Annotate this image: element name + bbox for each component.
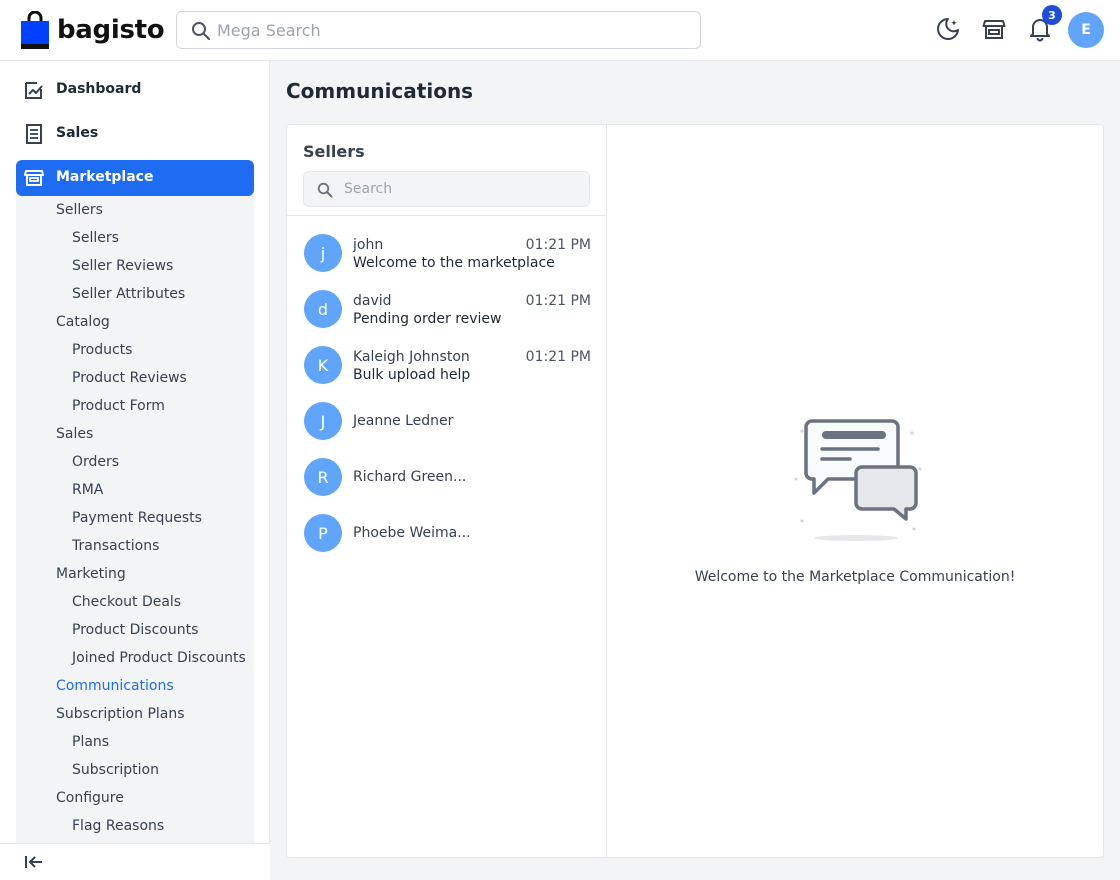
message-time: 01:21 PM (525, 349, 591, 365)
bagisto-logo[interactable]: bagisto (21, 11, 165, 49)
divider (287, 215, 607, 216)
seller-avatar: J (304, 402, 342, 440)
seller-name: Jeanne Ledner (353, 413, 454, 429)
seller-name: john (353, 237, 384, 253)
sidebar: Dashboard Sales Marketplace Sellers Sell… (0, 61, 270, 880)
seller-search-input[interactable] (344, 172, 584, 206)
sidebar-item-label: Sales (56, 125, 99, 141)
search-icon (192, 22, 211, 41)
seller-avatar: R (304, 458, 342, 496)
shopping-bag-icon (21, 11, 49, 49)
seller-search[interactable] (303, 171, 590, 207)
seller-name: david (353, 293, 392, 309)
submenu-seller-attributes[interactable]: Seller Attributes (72, 286, 185, 302)
submenu-configure-group[interactable]: Configure (56, 790, 124, 806)
submenu-joined-product-discounts[interactable]: Joined Product Discounts (72, 650, 246, 666)
dark-mode-toggle[interactable] (935, 16, 961, 42)
last-message: Pending order review (353, 311, 502, 327)
seller-avatar: P (304, 514, 342, 552)
conversation-item[interactable]: P Phoebe Weima... (287, 505, 607, 561)
sidebar-item-dashboard[interactable]: Dashboard (16, 72, 254, 108)
seller-avatar: K (304, 346, 342, 384)
sidebar-item-label: Marketplace (56, 169, 154, 185)
seller-name: Richard Green... (353, 469, 467, 485)
sellers-list-panel: Sellers j john 01:21 PM Welcome to the m… (287, 125, 607, 857)
collapse-sidebar-button[interactable] (24, 854, 44, 874)
conversation-item[interactable]: R Richard Green... (287, 449, 607, 505)
page-title: Communications (286, 79, 474, 103)
empty-state-message: Welcome to the Marketplace Communication… (694, 569, 1016, 585)
conversation-item[interactable]: d david 01:21 PM Pending order review (287, 281, 607, 337)
conversation-item[interactable]: j john 01:21 PM Welcome to the marketpla… (287, 225, 607, 281)
submenu-catalog-group[interactable]: Catalog (56, 314, 110, 330)
submenu-subscription[interactable]: Subscription (72, 762, 159, 778)
submenu-transactions[interactable]: Transactions (72, 538, 159, 554)
submenu-sellers[interactable]: Sellers (72, 230, 119, 246)
submenu-sales-group[interactable]: Sales (56, 426, 93, 442)
storefront-button[interactable] (981, 16, 1007, 42)
mega-search-input[interactable] (217, 12, 687, 48)
chat-bubbles-icon (794, 419, 922, 541)
sidebar-item-marketplace[interactable]: Marketplace (16, 160, 254, 196)
sidebar-item-label: Dashboard (56, 81, 142, 97)
top-header: bagisto 3 E (0, 0, 1120, 61)
user-avatar[interactable]: E (1068, 12, 1104, 48)
submenu-rma[interactable]: RMA (72, 482, 103, 498)
seller-name: Kaleigh Johnston (353, 349, 470, 365)
conversation-item[interactable]: K Kaleigh Johnston 01:21 PM Bulk upload … (287, 337, 607, 393)
submenu-plans[interactable]: Plans (72, 734, 109, 750)
seller-avatar: j (304, 234, 342, 272)
notification-count-badge: 3 (1042, 5, 1062, 25)
empty-chat-state: Welcome to the Marketplace Communication… (607, 125, 1103, 857)
logo-text: bagisto (57, 15, 165, 45)
submenu-checkout-deals[interactable]: Checkout Deals (72, 594, 181, 610)
conversation-item[interactable]: J Jeanne Ledner (287, 393, 607, 449)
marketplace-submenu: Sellers Sellers Seller Reviews Seller At… (16, 196, 254, 843)
submenu-orders[interactable]: Orders (72, 454, 119, 470)
submenu-payment-requests[interactable]: Payment Requests (72, 510, 202, 526)
store-icon (24, 170, 44, 186)
communications-panel: Sellers j john 01:21 PM Welcome to the m… (286, 124, 1104, 858)
submenu-marketing-group[interactable]: Marketing (56, 566, 126, 582)
message-time: 01:21 PM (525, 293, 591, 309)
sidebar-item-sales[interactable]: Sales (16, 116, 254, 152)
seller-name: Phoebe Weima... (353, 525, 471, 541)
dashboard-icon (25, 82, 43, 99)
sales-icon (26, 124, 42, 144)
last-message: Bulk upload help (353, 367, 471, 383)
search-icon (317, 182, 333, 198)
submenu-products[interactable]: Products (72, 342, 132, 358)
store-icon (982, 20, 1006, 39)
collapse-left-icon (25, 856, 42, 868)
moon-icon (937, 18, 959, 40)
seller-avatar: d (304, 290, 342, 328)
submenu-communications[interactable]: Communications (56, 678, 174, 694)
sellers-heading: Sellers (303, 142, 365, 161)
submenu-flag-reasons[interactable]: Flag Reasons (72, 818, 164, 834)
submenu-product-reviews[interactable]: Product Reviews (72, 370, 187, 386)
submenu-sellers-group[interactable]: Sellers (56, 202, 103, 218)
submenu-product-discounts[interactable]: Product Discounts (72, 622, 198, 638)
mega-search[interactable] (176, 11, 701, 49)
last-message: Welcome to the marketplace (353, 255, 555, 271)
submenu-product-form[interactable]: Product Form (72, 398, 165, 414)
submenu-subscription-plans-group[interactable]: Subscription Plans (56, 706, 185, 722)
sidebar-footer (0, 843, 270, 880)
message-time: 01:21 PM (525, 237, 591, 253)
submenu-seller-reviews[interactable]: Seller Reviews (72, 258, 173, 274)
